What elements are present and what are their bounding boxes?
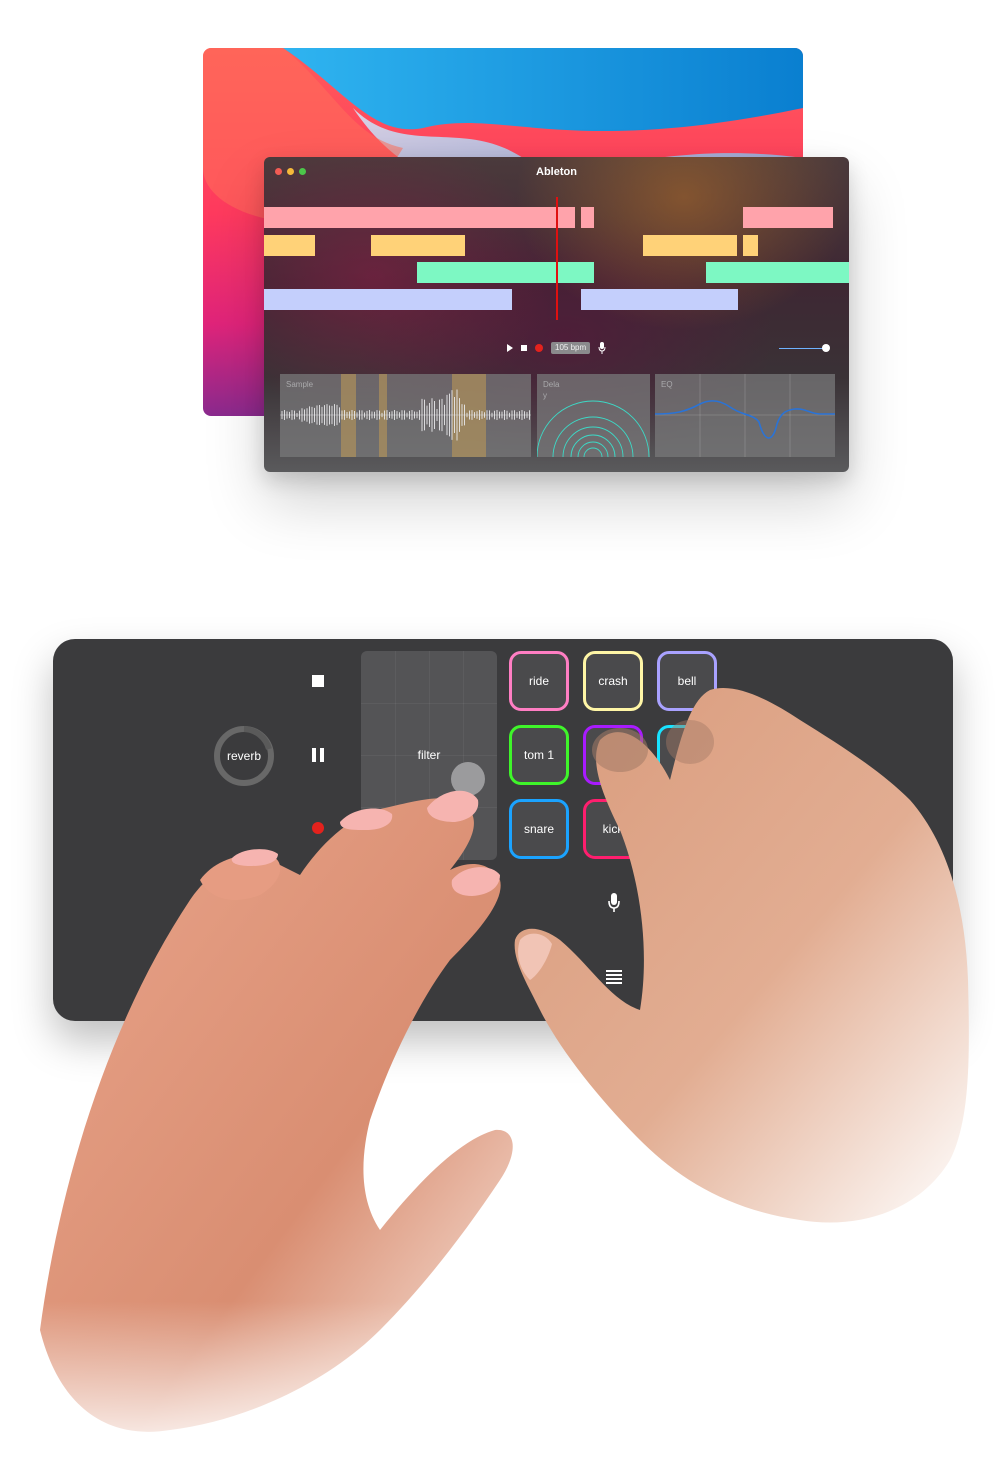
- microphone-icon[interactable]: [598, 342, 606, 354]
- panel-label-sample: Sample: [286, 380, 314, 389]
- stop-icon[interactable]: [312, 675, 324, 687]
- pad-kick[interactable]: kick: [583, 799, 643, 859]
- delay-panel[interactable]: Dela y: [537, 374, 650, 457]
- pad-purple[interactable]: [583, 725, 643, 785]
- reverb-knob-label: reverb: [226, 749, 261, 763]
- filter-label: filter: [417, 748, 441, 762]
- microphone-icon[interactable]: [608, 893, 620, 913]
- clip[interactable]: [417, 262, 594, 283]
- title-bar: Ableton: [264, 157, 849, 187]
- midi-controller: reverb filter ride crash bell tom 1 snar…: [53, 639, 953, 1021]
- window-title: Ableton: [536, 166, 577, 178]
- stop-icon[interactable]: [521, 345, 527, 351]
- panel-label-eq: EQ: [661, 380, 673, 389]
- menu-icon[interactable]: [606, 970, 622, 984]
- volume-slider[interactable]: [779, 348, 826, 349]
- filter-xy-handle[interactable]: [451, 762, 485, 796]
- ableton-window: Ableton 105 bpm Sample Dela y EQ: [264, 157, 849, 472]
- pad-ride[interactable]: ride: [509, 651, 569, 711]
- eq-curve: [655, 374, 835, 457]
- bpm-display[interactable]: 105 bpm: [551, 342, 591, 354]
- clip[interactable]: [264, 207, 575, 228]
- clip[interactable]: [743, 207, 833, 228]
- clip[interactable]: [706, 262, 849, 283]
- sample-panel[interactable]: Sample: [280, 374, 531, 457]
- clip[interactable]: [743, 235, 758, 256]
- clip[interactable]: [581, 289, 738, 310]
- pad-crash[interactable]: crash: [583, 651, 643, 711]
- clip[interactable]: [643, 235, 737, 256]
- clip[interactable]: [371, 235, 465, 256]
- pad-snare[interactable]: snare: [509, 799, 569, 859]
- clip[interactable]: [581, 207, 594, 228]
- clip[interactable]: [264, 289, 512, 310]
- pad-tom-1[interactable]: tom 1: [509, 725, 569, 785]
- waveform: [280, 374, 531, 457]
- filter-xy-pad[interactable]: filter: [361, 651, 497, 860]
- volume-slider-knob[interactable]: [822, 344, 830, 352]
- clip[interactable]: [264, 235, 315, 256]
- pad-bell[interactable]: bell: [657, 651, 717, 711]
- pad-orange[interactable]: [657, 799, 717, 859]
- panel-label-delay: Dela y: [543, 380, 560, 400]
- loop-icon[interactable]: [381, 967, 401, 987]
- record-icon[interactable]: [535, 344, 543, 352]
- pad-cyan[interactable]: [657, 725, 717, 785]
- play-icon[interactable]: [507, 344, 513, 352]
- pause-icon[interactable]: [312, 748, 324, 762]
- record-icon[interactable]: [311, 821, 325, 835]
- playhead[interactable]: [556, 197, 558, 320]
- eq-panel[interactable]: EQ: [655, 374, 835, 457]
